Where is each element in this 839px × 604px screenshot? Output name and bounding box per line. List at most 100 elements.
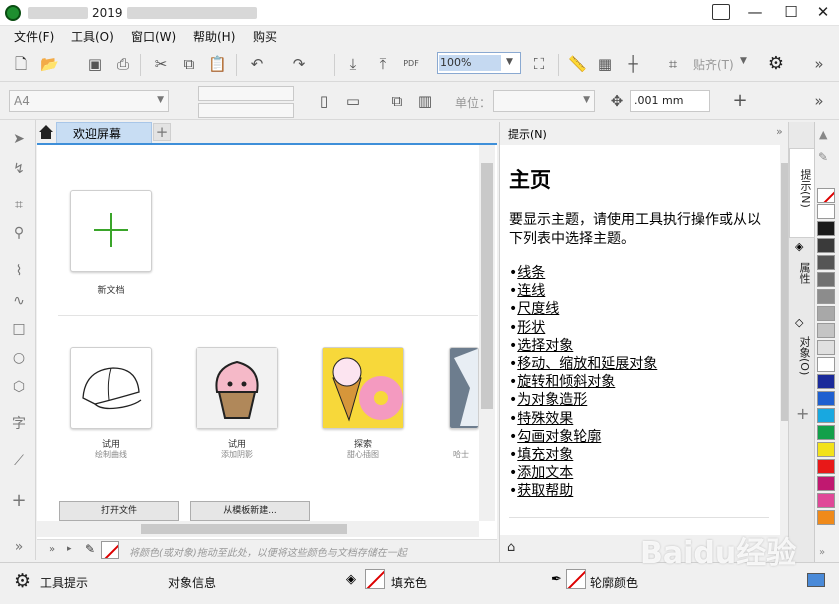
color-swatch[interactable] [817,323,835,338]
menu-buy[interactable]: 购买 [253,28,277,45]
hint-link[interactable]: •特殊效果 [509,408,573,428]
overflow-icon[interactable]: » [810,92,828,110]
full-screen-icon[interactable]: ⛶ [530,55,548,73]
save-icon[interactable]: ▣ [86,55,104,73]
color-swatch[interactable] [817,408,835,423]
export-icon[interactable]: ⤒ [374,55,392,73]
sidetab-objects[interactable]: 对象(O) [796,336,812,375]
copy-icon[interactable]: ⧉ [180,55,198,73]
new-document-icon[interactable]: 🗋 [12,55,30,73]
artistic-media-icon[interactable]: ∿ [10,292,28,310]
color-swatch[interactable] [817,425,835,440]
page-height-field[interactable] [198,103,294,118]
open-file-button[interactable]: 打开文件 [59,501,179,521]
shape-tool-icon[interactable]: ↯ [10,160,28,178]
explore-illustration-tile[interactable] [322,347,404,429]
hint-link[interactable]: •勾画对象轮廓 [509,426,601,446]
cut-icon[interactable]: ✂ [152,55,170,73]
tutorial-draw-curves-tile[interactable] [70,347,152,429]
eyedropper-icon[interactable]: ✎ [818,150,828,164]
new-from-template-button[interactable]: 从模板新建... [190,501,310,521]
horizontal-scrollbar[interactable] [37,521,479,537]
portrait-icon[interactable]: ▯ [315,92,333,110]
open-folder-icon[interactable]: 📂 [40,55,59,73]
outline-color-swatch[interactable] [566,569,586,589]
color-swatch[interactable] [817,357,835,372]
guidelines-icon[interactable]: ┼ [624,55,642,73]
import-icon[interactable]: ⤓ [344,55,362,73]
add-tool-icon[interactable]: + [10,492,28,510]
zoom-chevron-icon[interactable]: ▼ [506,57,513,67]
rulers-icon[interactable]: 📏 [568,55,587,73]
husky-illustration-tile[interactable] [449,347,479,429]
nudge-distance-field[interactable]: .001 mm [630,90,710,112]
color-swatch[interactable] [817,459,835,474]
no-fill-swatch[interactable] [817,188,835,203]
color-proofing-icon[interactable] [807,573,825,587]
paper-size-dropdown[interactable]: A4 ▼ [9,90,169,112]
tab-welcome-screen[interactable]: 欢迎屏幕 [56,122,152,143]
redo-icon[interactable]: ↷ [290,55,308,73]
tutorial-add-shadow-tile[interactable] [196,347,278,429]
overflow-icon[interactable]: » [810,55,828,73]
hint-link[interactable]: •获取帮助 [509,480,573,500]
color-swatch[interactable] [817,510,835,525]
add-docker-icon[interactable]: + [796,404,809,423]
scroll-thumb[interactable] [141,524,347,534]
menu-file[interactable]: 文件(F) [14,28,54,45]
settings-gear-icon[interactable]: ⚙ [767,55,785,73]
hint-link[interactable]: •线条 [509,262,545,282]
color-swatch[interactable] [817,255,835,270]
sidetab-properties[interactable]: 属性 [796,262,812,284]
grid-icon[interactable]: ▦ [596,55,614,73]
chevron-down-icon[interactable]: ▼ [740,56,747,66]
crop-tool-icon[interactable]: ⌗ [10,196,28,214]
user-account-icon[interactable] [712,4,730,20]
snap-to-label[interactable]: 贴齐(T) [693,56,734,73]
minimize-button[interactable]: — [738,0,772,26]
home-icon[interactable] [37,121,55,143]
maximize-button[interactable]: ☐ [774,0,808,26]
overflow-icon[interactable]: » [10,538,28,556]
color-swatch[interactable] [817,272,835,287]
hint-link[interactable]: •尺度线 [509,298,559,318]
zoom-tool-icon[interactable]: ⚲ [10,224,28,242]
color-swatch[interactable] [817,493,835,508]
all-pages-icon[interactable]: ⧉ [388,92,406,110]
rectangle-tool-icon[interactable]: □ [10,320,28,338]
scroll-thumb[interactable] [481,163,493,409]
color-swatch[interactable] [817,476,835,491]
text-tool-icon[interactable]: 字 [10,415,28,433]
paste-icon[interactable]: 📋 [208,55,227,73]
play-icon[interactable]: ▸ [67,544,72,554]
home-icon[interactable]: ⌂ [507,540,515,555]
hint-link[interactable]: •形状 [509,317,545,337]
color-swatch[interactable] [817,221,835,236]
ellipse-tool-icon[interactable]: ○ [10,349,28,367]
print-icon[interactable]: ⎙ [114,55,132,73]
color-swatch[interactable] [817,306,835,321]
eyedropper-icon[interactable]: ✎ [85,542,95,556]
pick-tool-icon[interactable]: ➤ [10,130,28,148]
hint-link[interactable]: •添加文本 [509,462,573,482]
connector-tool-icon[interactable]: ⟋ [10,452,28,470]
units-dropdown[interactable]: ▼ [493,90,595,112]
palette-scroll-up-icon[interactable]: ▲ [819,128,827,141]
snap-icon[interactable]: ⌗ [664,55,682,73]
color-swatch[interactable] [817,374,835,389]
color-swatch[interactable] [817,340,835,355]
color-swatch[interactable] [817,442,835,457]
hint-link[interactable]: •移动、缩放和延展对象 [509,353,657,373]
menu-help[interactable]: 帮助(H) [193,28,235,45]
color-swatch[interactable] [817,289,835,304]
settings-gear-icon[interactable]: ⚙ [14,570,31,592]
overflow-icon[interactable]: » [49,544,55,555]
vertical-scrollbar[interactable] [479,145,495,521]
scroll-thumb[interactable] [781,163,788,421]
hint-link[interactable]: •为对象造形 [509,389,587,409]
hint-link[interactable]: •填充对象 [509,444,573,464]
hint-link[interactable]: •旋转和倾斜对象 [509,371,615,391]
undo-icon[interactable]: ↶ [248,55,266,73]
expand-icon[interactable]: » [776,125,783,138]
page-width-field[interactable] [198,86,294,101]
